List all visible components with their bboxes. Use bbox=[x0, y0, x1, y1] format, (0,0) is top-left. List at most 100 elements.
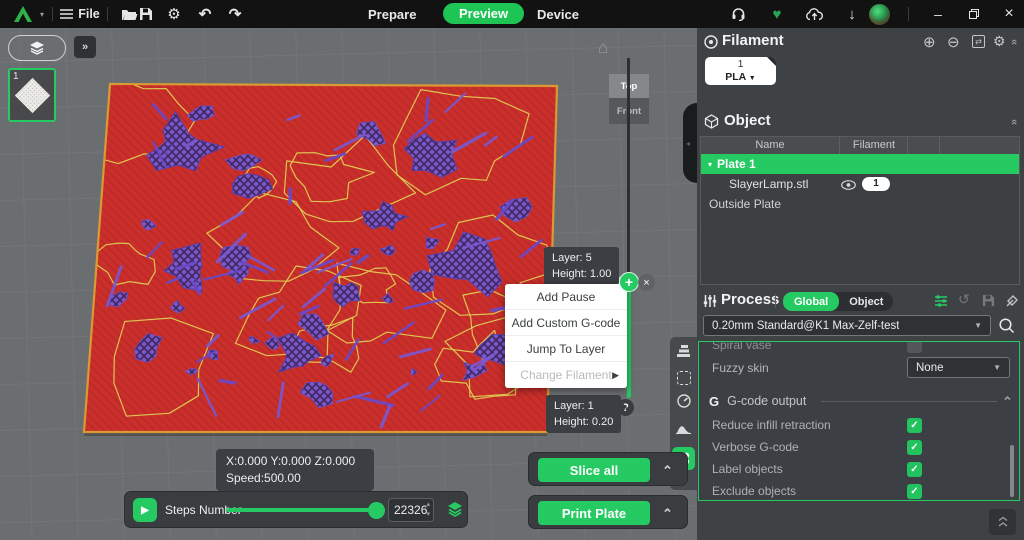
download-icon: ↓ bbox=[848, 6, 856, 23]
setting-row-fuzzy-skin[interactable]: Fuzzy skin None ▼ bbox=[699, 356, 1019, 380]
download-button[interactable]: ↓ bbox=[839, 0, 865, 28]
setting-row-toggle[interactable]: Exclude objects ✓ bbox=[699, 480, 1019, 501]
setting-row-toggle[interactable]: Verbose G-code ✓ bbox=[699, 436, 1019, 458]
add-filament-icon[interactable]: ⊕ bbox=[923, 33, 936, 51]
save-preset-icon[interactable] bbox=[982, 294, 995, 312]
object-collapse-icon[interactable]: « bbox=[1008, 119, 1020, 125]
slice-all-button[interactable]: Slice all bbox=[538, 458, 650, 482]
flow-button[interactable] bbox=[675, 421, 692, 439]
tab-preview[interactable]: Preview bbox=[443, 3, 524, 24]
submenu-arrow-icon: ▶ bbox=[612, 370, 619, 381]
compare-preset-icon[interactable] bbox=[1005, 293, 1020, 313]
file-menu[interactable]: File bbox=[58, 0, 102, 28]
preset-name: 0.20mm Standard@K1 Max-Zelf-test bbox=[712, 320, 899, 332]
menu-item-jump-to-layer[interactable]: Jump To Layer bbox=[505, 336, 627, 362]
label-objects-checkbox[interactable]: ✓ bbox=[907, 462, 922, 477]
filament-collapse-icon[interactable]: « bbox=[1008, 39, 1020, 45]
steps-slider-knob[interactable] bbox=[368, 502, 385, 519]
maximize-button[interactable] bbox=[961, 0, 987, 28]
filament-slot-card[interactable]: 1 PLA ▼ bbox=[705, 57, 776, 85]
scope-object-tab[interactable]: Object bbox=[839, 296, 893, 308]
layers-mode-button[interactable] bbox=[445, 499, 465, 524]
panel-bottom-collapse-button[interactable] bbox=[989, 509, 1016, 535]
group-collapse-chevron-icon[interactable]: ⌃ bbox=[1002, 397, 1013, 407]
play-button[interactable]: ▶ bbox=[133, 498, 157, 522]
steps-value: 22326 bbox=[394, 503, 427, 517]
search-preset-button[interactable] bbox=[998, 317, 1015, 339]
support-button[interactable] bbox=[725, 0, 751, 28]
table-row-outside-plate[interactable]: Outside Plate bbox=[701, 194, 1019, 214]
process-settings-list: Spiral vase Fuzzy skin None ▼ G G-code o… bbox=[698, 341, 1020, 501]
table-row-plate[interactable]: ▾ Plate 1 bbox=[701, 154, 1019, 174]
gcode-output-group-header[interactable]: G G-code output ⌃ bbox=[699, 390, 1019, 412]
logo-dropdown-chevron-icon[interactable]: ▾ bbox=[37, 0, 47, 28]
pattern-button[interactable] bbox=[677, 371, 691, 385]
print-plate-button[interactable]: Print Plate bbox=[538, 501, 650, 525]
visibility-eye-icon[interactable] bbox=[841, 179, 856, 193]
steps-spinner[interactable]: 22326 ▴▾ bbox=[388, 498, 434, 522]
spinner-arrows[interactable]: ▴▾ bbox=[426, 500, 430, 520]
mound-icon bbox=[675, 421, 692, 434]
redo-button[interactable]: ↷ bbox=[222, 0, 248, 28]
tab-device[interactable]: Device bbox=[537, 0, 579, 28]
layer-slider-track[interactable] bbox=[627, 58, 630, 273]
outside-plate-label: Outside Plate bbox=[709, 197, 781, 211]
home-view-icon[interactable]: ⌂ bbox=[598, 38, 608, 58]
verbose-gcode-checkbox[interactable]: ✓ bbox=[907, 440, 922, 455]
scrollbar[interactable] bbox=[1010, 445, 1014, 497]
remove-filament-icon[interactable]: ⊖ bbox=[947, 33, 960, 51]
expand-plate-list-button[interactable]: » bbox=[74, 36, 96, 58]
preset-dropdown[interactable]: 0.20mm Standard@K1 Max-Zelf-test ▼ bbox=[703, 315, 991, 336]
scope-global-tab[interactable]: Global bbox=[783, 292, 839, 311]
menu-item-add-custom-gcode[interactable]: Add Custom G-code bbox=[505, 310, 627, 336]
panel-collapse-tab[interactable]: ◂ bbox=[683, 103, 697, 183]
row-expand-icon[interactable]: ▾ bbox=[708, 160, 712, 169]
fuzzy-dropdown-arrow-icon: ▼ bbox=[993, 363, 1001, 372]
steps-slider-track[interactable] bbox=[226, 508, 378, 512]
settings-button[interactable]: ⚙ bbox=[161, 0, 187, 28]
setting-row-toggle[interactable]: Reduce infill retraction ✓ bbox=[699, 414, 1019, 436]
table-row-model[interactable]: SlayerLamp.stl 1 bbox=[701, 174, 1019, 194]
lower-layer-label: Layer: 1 bbox=[554, 398, 613, 414]
app-logo[interactable] bbox=[10, 0, 36, 28]
layer-slider-close-button[interactable]: × bbox=[638, 274, 655, 291]
lower-layer-tooltip: Layer: 1 Height: 0.20 bbox=[546, 395, 621, 433]
3d-viewport[interactable]: » 1 ⌂ Top Front + × ? Layer: 5 Height: 1… bbox=[0, 28, 697, 540]
user-avatar[interactable] bbox=[866, 0, 892, 28]
speed-button[interactable] bbox=[676, 393, 692, 413]
position-speed: Speed:500.00 bbox=[226, 470, 364, 487]
slice-dropdown-chevron-icon[interactable]: ⌃ bbox=[662, 466, 673, 476]
fuzzy-skin-dropdown[interactable]: None ▼ bbox=[907, 357, 1010, 378]
filament-settings-gear-icon[interactable]: ⚙ bbox=[993, 33, 1006, 50]
plate-thumbnail-image bbox=[15, 78, 50, 113]
favorites-button[interactable]: ♥ bbox=[764, 0, 790, 28]
layer-slider-add-button[interactable]: + bbox=[619, 272, 639, 292]
tab-prepare[interactable]: Prepare bbox=[368, 0, 416, 28]
reset-process-icon[interactable]: ↺ bbox=[958, 291, 970, 308]
spinner-up-icon[interactable]: ▴ bbox=[426, 500, 430, 510]
spinner-down-icon[interactable]: ▾ bbox=[426, 510, 430, 520]
undo-button[interactable]: ↶ bbox=[192, 0, 218, 28]
layers-view-button[interactable] bbox=[8, 35, 66, 61]
plate-thumbnail[interactable]: 1 bbox=[8, 68, 56, 122]
print-dropdown-chevron-icon[interactable]: ⌃ bbox=[662, 509, 673, 519]
sync-filament-icon[interactable]: ⇄ bbox=[972, 35, 985, 48]
cloud-upload-button[interactable] bbox=[801, 0, 827, 28]
menu-item-add-pause[interactable]: Add Pause bbox=[505, 284, 627, 310]
setting-row-toggle[interactable]: Label objects ✓ bbox=[699, 458, 1019, 480]
exclude-objects-checkbox[interactable]: ✓ bbox=[907, 484, 922, 499]
layer-slider-range[interactable] bbox=[627, 290, 631, 398]
spiral-vase-checkbox[interactable] bbox=[907, 341, 922, 353]
tooltip-pointer bbox=[621, 402, 627, 412]
menu-item-change-filament[interactable]: Change Filament ▶ bbox=[505, 362, 627, 388]
spiral-vase-label: Spiral vase bbox=[712, 341, 771, 352]
reduce-infill-retraction-checkbox[interactable]: ✓ bbox=[907, 418, 922, 433]
tune-settings-icon[interactable] bbox=[934, 294, 948, 313]
minimize-button[interactable]: – bbox=[925, 0, 951, 28]
line-type-button[interactable] bbox=[676, 344, 691, 363]
save-button[interactable] bbox=[133, 0, 159, 28]
close-button[interactable]: × bbox=[996, 0, 1022, 28]
setting-row-spiral-vase[interactable]: Spiral vase bbox=[699, 341, 1019, 356]
avatar bbox=[869, 4, 890, 25]
filament-badge[interactable]: 1 bbox=[862, 177, 890, 191]
